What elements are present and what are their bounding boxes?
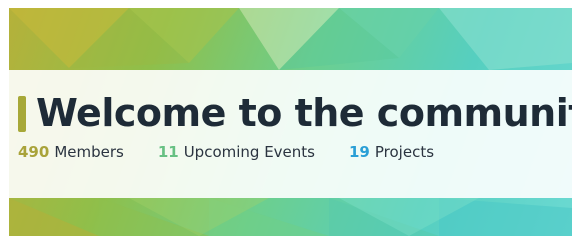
hero-text-panel: Welcome to the community 490 Members 11 … — [9, 70, 572, 198]
upcoming-events-label: Upcoming Events — [183, 143, 315, 161]
upcoming-events-count: 11 — [157, 143, 179, 161]
title-accent-bar — [18, 96, 26, 132]
members-count: 490 — [18, 143, 50, 161]
members-label: Members — [54, 143, 124, 161]
community-hero-banner: Welcome to the community 490 Members 11 … — [9, 8, 572, 236]
members-stat: 490 Members — [18, 143, 124, 161]
community-stats: 490 Members 11 Upcoming Events 19 Projec… — [18, 143, 434, 161]
page: Welcome to the community 490 Members 11 … — [0, 0, 579, 243]
page-title: Welcome to the community — [36, 91, 572, 135]
upcoming-events-stat: 11 Upcoming Events — [158, 143, 315, 161]
projects-label: Projects — [374, 143, 435, 161]
projects-stat: 19 Projects — [349, 143, 434, 161]
projects-count: 19 — [349, 143, 370, 161]
